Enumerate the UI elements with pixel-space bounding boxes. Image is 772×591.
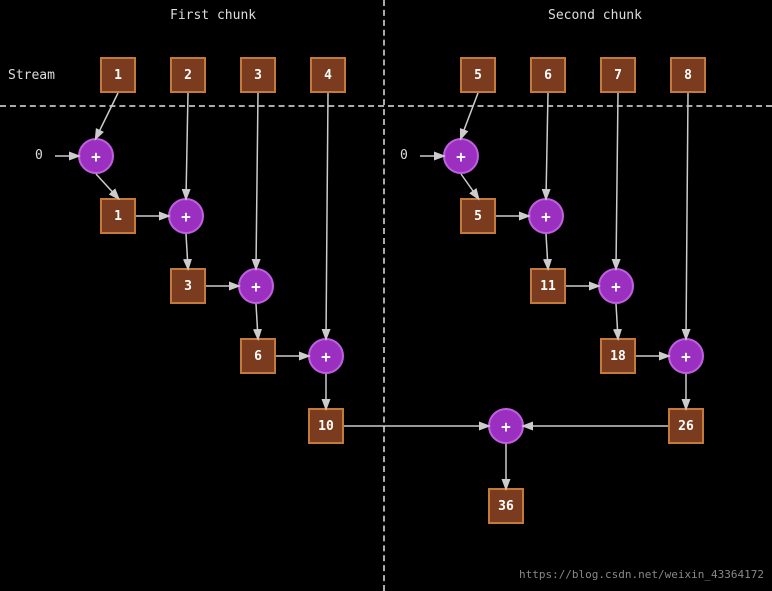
first-circ-3: + [308,338,344,374]
first-res-1: 1 [100,198,136,234]
first-circ-1: + [168,198,204,234]
stream-sq-6: 6 [530,57,566,93]
second-circ-1: + [528,198,564,234]
first-circ-2: + [238,268,274,304]
second-init-label: 0 [400,148,408,163]
combined-result: 36 [488,488,524,524]
second-res-26: 26 [668,408,704,444]
first-res-10: 10 [308,408,344,444]
second-res-11: 11 [530,268,566,304]
second-res-18: 18 [600,338,636,374]
stream-sq-3: 3 [240,57,276,93]
stream-sq-4: 4 [310,57,346,93]
second-circ-2: + [598,268,634,304]
second-circ-3: + [668,338,704,374]
stream-sq-5: 5 [460,57,496,93]
stream-sq-2: 2 [170,57,206,93]
first-res-3: 3 [170,268,206,304]
stream-sq-1: 1 [100,57,136,93]
watermark: https://blog.csdn.net/weixin_43364172 [519,568,764,581]
second-chunk-label: Second chunk [548,8,642,23]
stream-sq-7: 7 [600,57,636,93]
first-chunk-label: First chunk [170,8,256,23]
second-circ-0: + [443,138,479,174]
second-res-5: 5 [460,198,496,234]
first-res-6: 6 [240,338,276,374]
stream-sq-8: 8 [670,57,706,93]
first-init-label: 0 [35,148,43,163]
combined-circ: + [488,408,524,444]
first-circ-0: + [78,138,114,174]
stream-label: Stream [8,68,55,83]
